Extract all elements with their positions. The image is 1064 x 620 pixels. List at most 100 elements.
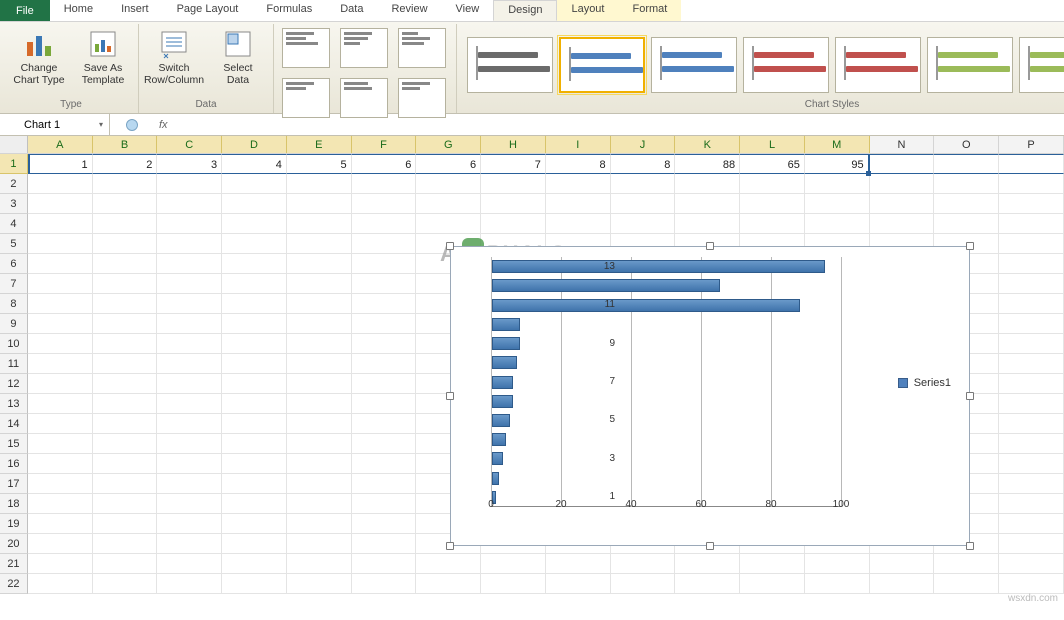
cell[interactable] [481, 554, 546, 574]
cell[interactable] [999, 334, 1064, 354]
cell[interactable] [222, 554, 287, 574]
cell[interactable]: 8 [611, 154, 676, 174]
cell[interactable]: 3 [157, 154, 222, 174]
row-header[interactable]: 5 [0, 234, 28, 254]
cell[interactable] [28, 314, 93, 334]
cell[interactable] [611, 554, 676, 574]
cell[interactable] [222, 314, 287, 334]
tab-layout[interactable]: Layout [557, 0, 618, 21]
cell[interactable] [352, 534, 417, 554]
save-as-template-button[interactable]: Save As Template [74, 26, 132, 86]
cell[interactable] [740, 194, 805, 214]
cell[interactable] [93, 194, 158, 214]
row-header[interactable]: 1 [0, 154, 28, 174]
column-header[interactable]: B [93, 136, 158, 153]
cell[interactable] [999, 234, 1064, 254]
cell[interactable] [157, 294, 222, 314]
cell[interactable] [934, 574, 999, 594]
row-header[interactable]: 2 [0, 174, 28, 194]
chart-bar[interactable] [492, 279, 720, 292]
cell[interactable] [93, 574, 158, 594]
cell[interactable] [999, 414, 1064, 434]
row-header[interactable]: 8 [0, 294, 28, 314]
select-data-button[interactable]: Select Data [209, 26, 267, 86]
resize-handle[interactable] [446, 542, 454, 550]
cell[interactable]: 95 [805, 154, 870, 174]
fx-icon[interactable]: fx [159, 119, 168, 131]
cell[interactable] [287, 474, 352, 494]
spreadsheet-grid[interactable]: ABCDEFGHIJKLMNOP 11234566788886595234567… [0, 136, 1064, 606]
column-header[interactable]: L [740, 136, 805, 153]
cell[interactable] [675, 194, 740, 214]
plot-area[interactable] [491, 257, 841, 507]
chart-layout-option[interactable] [340, 28, 388, 68]
cell[interactable] [157, 414, 222, 434]
row-header[interactable]: 17 [0, 474, 28, 494]
resize-handle[interactable] [446, 242, 454, 250]
cell[interactable] [157, 234, 222, 254]
cell[interactable] [287, 414, 352, 434]
cell[interactable] [352, 554, 417, 574]
cell[interactable] [999, 474, 1064, 494]
cell[interactable] [93, 314, 158, 334]
row-header[interactable]: 21 [0, 554, 28, 574]
cell[interactable] [999, 194, 1064, 214]
cell[interactable] [999, 214, 1064, 234]
chart-bar[interactable] [492, 376, 513, 389]
cell[interactable] [352, 434, 417, 454]
cell[interactable] [157, 174, 222, 194]
row-header[interactable]: 6 [0, 254, 28, 274]
select-all-corner[interactable] [0, 136, 28, 153]
cell[interactable] [740, 574, 805, 594]
resize-handle[interactable] [706, 542, 714, 550]
chart-style-option[interactable] [743, 37, 829, 93]
cell[interactable] [287, 574, 352, 594]
column-header[interactable]: O [934, 136, 999, 153]
cell[interactable] [999, 574, 1064, 594]
tab-formulas[interactable]: Formulas [252, 0, 326, 21]
cell[interactable] [870, 174, 935, 194]
cell[interactable] [611, 174, 676, 194]
cell[interactable] [93, 474, 158, 494]
cell[interactable] [999, 254, 1064, 274]
chart-bar[interactable] [492, 395, 513, 408]
column-header[interactable]: D [222, 136, 287, 153]
cell[interactable] [287, 434, 352, 454]
cell[interactable]: 8 [546, 154, 611, 174]
column-header[interactable]: N [870, 136, 935, 153]
cell[interactable] [28, 234, 93, 254]
cell[interactable] [999, 294, 1064, 314]
chart-style-option[interactable] [927, 37, 1013, 93]
row-header[interactable]: 7 [0, 274, 28, 294]
row-header[interactable]: 16 [0, 454, 28, 474]
cell[interactable] [675, 554, 740, 574]
cell[interactable] [222, 214, 287, 234]
cell[interactable] [546, 194, 611, 214]
cell[interactable] [28, 374, 93, 394]
cell[interactable] [805, 194, 870, 214]
cell[interactable] [611, 214, 676, 234]
column-header[interactable]: I [546, 136, 611, 153]
cell[interactable] [28, 354, 93, 374]
chart-legend[interactable]: Series1 [898, 377, 951, 389]
cell[interactable] [287, 254, 352, 274]
name-box[interactable]: Chart 1 [0, 114, 110, 135]
resize-handle[interactable] [966, 242, 974, 250]
cell[interactable] [546, 574, 611, 594]
cell[interactable] [416, 554, 481, 574]
chart-bar[interactable] [492, 472, 499, 485]
cell[interactable] [28, 414, 93, 434]
cell[interactable] [93, 334, 158, 354]
column-header[interactable]: J [611, 136, 676, 153]
resize-handle[interactable] [966, 542, 974, 550]
chart-layout-option[interactable] [398, 78, 446, 118]
chart-style-option[interactable] [1019, 37, 1064, 93]
cell[interactable] [870, 214, 935, 234]
row-header[interactable]: 12 [0, 374, 28, 394]
row-header[interactable]: 19 [0, 514, 28, 534]
cell[interactable] [481, 174, 546, 194]
switch-row-column-button[interactable]: Switch Row/Column [145, 26, 203, 86]
cell[interactable] [870, 574, 935, 594]
cell[interactable] [416, 214, 481, 234]
cell[interactable] [157, 434, 222, 454]
